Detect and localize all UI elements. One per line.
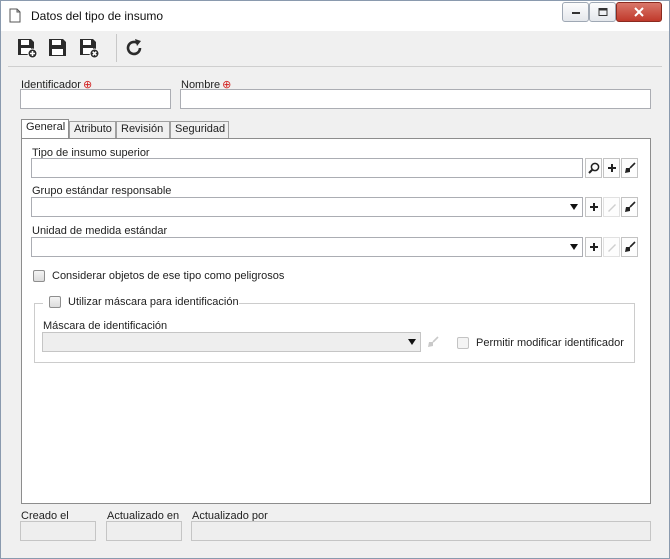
edit-group-button[interactable] xyxy=(603,197,620,217)
clear-group-button[interactable] xyxy=(621,197,638,217)
close-icon xyxy=(634,7,644,17)
toolbar-separator xyxy=(116,34,117,62)
pencil-icon xyxy=(607,244,616,252)
add-button[interactable] xyxy=(603,158,620,178)
maximize-icon xyxy=(598,8,607,16)
refresh-button[interactable] xyxy=(121,35,147,61)
save-new-icon xyxy=(18,39,38,59)
responsible-group-select[interactable] xyxy=(31,197,583,217)
dangerous-checkbox[interactable] xyxy=(33,270,45,282)
add-icon xyxy=(589,203,598,211)
minimize-button[interactable] xyxy=(562,2,589,22)
updated-field xyxy=(106,521,182,541)
clear-unit-button[interactable] xyxy=(621,237,638,257)
superior-type-input[interactable] xyxy=(31,158,583,178)
chevron-down-icon[interactable] xyxy=(566,238,582,256)
title-bar: Datos del tipo de insumo xyxy=(1,1,669,31)
save-icon xyxy=(49,39,66,56)
responsible-group-label: Grupo estándar responsable xyxy=(32,185,172,197)
mask-group-label: Utilizar máscara para identificación xyxy=(68,296,239,308)
save-new-button[interactable] xyxy=(14,35,40,61)
identifier-input[interactable] xyxy=(20,89,171,109)
add-icon xyxy=(607,164,616,172)
broom-icon xyxy=(427,336,439,347)
save-button[interactable] xyxy=(45,35,71,61)
refresh-icon xyxy=(126,39,142,56)
document-icon xyxy=(9,8,21,23)
broom-icon xyxy=(624,201,636,212)
chevron-down-icon[interactable] xyxy=(404,333,420,351)
mask-label: Máscara de identificación xyxy=(43,320,168,332)
dangerous-label: Considerar objetos de ese tipo como peli… xyxy=(52,270,285,282)
allow-modify-checkbox[interactable] xyxy=(457,337,469,349)
tab-atributo[interactable]: Atributo xyxy=(69,121,116,138)
close-button[interactable] xyxy=(616,2,662,22)
tab-general[interactable]: General xyxy=(21,119,69,138)
tab-revision[interactable]: Revisión xyxy=(116,121,170,138)
name-input[interactable] xyxy=(180,89,651,109)
toolbar xyxy=(8,31,662,67)
pencil-icon xyxy=(607,204,616,212)
chevron-down-icon[interactable] xyxy=(566,198,582,216)
clear-button[interactable] xyxy=(621,158,638,178)
created-field xyxy=(20,521,96,541)
add-unit-button[interactable] xyxy=(585,237,602,257)
broom-icon xyxy=(624,241,636,252)
maximize-button[interactable] xyxy=(589,2,616,22)
minimize-icon xyxy=(571,12,580,14)
save-close-icon xyxy=(80,39,100,59)
dialog-window: Datos del tipo de insumo Identificador ⊕… xyxy=(0,0,670,559)
updated-by-field xyxy=(191,521,651,541)
unit-select[interactable] xyxy=(31,237,583,257)
search-button[interactable] xyxy=(585,158,602,178)
window-title: Datos del tipo de insumo xyxy=(31,9,164,23)
broom-icon xyxy=(624,162,636,173)
tab-seguridad[interactable]: Seguridad xyxy=(170,121,229,138)
add-group-button[interactable] xyxy=(585,197,602,217)
search-icon xyxy=(587,162,599,174)
unit-label: Unidad de medida estándar xyxy=(32,225,168,237)
edit-unit-button[interactable] xyxy=(603,237,620,257)
clear-mask-button[interactable] xyxy=(424,332,441,352)
mask-checkbox[interactable] xyxy=(49,296,61,308)
mask-select[interactable] xyxy=(42,332,421,352)
add-icon xyxy=(589,243,598,251)
save-close-button[interactable] xyxy=(76,35,102,61)
allow-modify-label: Permitir modificar identificador xyxy=(476,337,624,349)
